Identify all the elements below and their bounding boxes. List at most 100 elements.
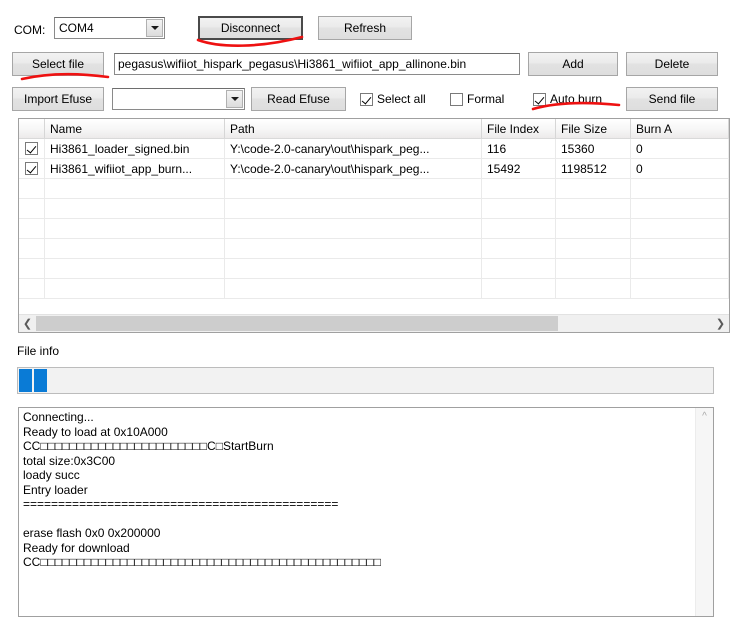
refresh-button[interactable]: Refresh [318, 16, 412, 40]
table-row-empty[interactable] [19, 259, 729, 279]
row-name: Hi3861_wifiiot_app_burn... [45, 159, 225, 178]
row-path: Y:\code-2.0-canary\out\hispark_peg... [225, 159, 482, 178]
row-cell-empty [556, 199, 631, 218]
row-cell-empty [19, 259, 45, 278]
select-all-label: Select all [377, 92, 426, 106]
delete-file-button[interactable]: Delete [626, 52, 718, 76]
table-row-empty[interactable] [19, 179, 729, 199]
add-file-button[interactable]: Add [528, 52, 618, 76]
table-header-name[interactable]: Name [45, 119, 225, 138]
select-file-button[interactable]: Select file [12, 52, 104, 76]
chevron-left-icon[interactable]: ❮ [19, 315, 36, 332]
com-port-label: COM: [14, 23, 46, 37]
row-name: Hi3861_loader_signed.bin [45, 139, 225, 158]
row-cell-empty [19, 219, 45, 238]
com-port-select[interactable]: COM4 [54, 17, 165, 39]
table-header-file-index[interactable]: File Index [482, 119, 556, 138]
row-cell-empty [19, 239, 45, 258]
row-cell-empty [631, 279, 729, 298]
table-empty-rows [19, 179, 729, 299]
row-cell-empty [631, 239, 729, 258]
efuse-select[interactable] [112, 88, 245, 110]
table-row-empty[interactable] [19, 199, 729, 219]
row-burn-addr: 0 [631, 159, 729, 178]
row-cell-empty [482, 219, 556, 238]
select-all-checkbox[interactable]: Select all [360, 92, 426, 106]
table-header-path[interactable]: Path [225, 119, 482, 138]
formal-checkbox[interactable]: Formal [450, 92, 504, 106]
checkbox-box [450, 92, 463, 106]
disconnect-button[interactable]: Disconnect [198, 16, 303, 40]
chevron-right-icon[interactable]: ❯ [712, 315, 729, 332]
chevron-down-icon[interactable] [226, 90, 243, 108]
chevron-down-icon[interactable] [146, 19, 163, 37]
row-cell-empty [482, 239, 556, 258]
row-cell-empty [45, 219, 225, 238]
table-header-row: Name Path File Index File Size Burn A [19, 119, 729, 139]
hiburn-tool-window: COM: COM4 Disconnect Refresh Select file… [0, 0, 730, 624]
file-list-table[interactable]: Name Path File Index File Size Burn A Hi… [18, 118, 730, 333]
row-cell-empty [631, 179, 729, 198]
checkbox-box [360, 92, 373, 106]
burn-progress-bar [17, 367, 714, 394]
row-cell-empty [482, 259, 556, 278]
row-cell-empty [225, 199, 482, 218]
row-cell-empty [556, 179, 631, 198]
checkbox-box [25, 142, 38, 155]
row-cell-empty [45, 199, 225, 218]
row-cell-empty [225, 179, 482, 198]
row-file-index: 116 [482, 139, 556, 158]
row-cell-empty [631, 259, 729, 278]
chevron-up-icon[interactable]: ^ [696, 408, 713, 425]
import-efuse-button[interactable]: Import Efuse [12, 87, 104, 111]
file-info-label: File info [17, 344, 60, 358]
scrollbar-track[interactable] [36, 315, 712, 332]
row-cell-empty [19, 279, 45, 298]
row-file-size: 1198512 [556, 159, 631, 178]
table-horizontal-scrollbar[interactable]: ❮ ❯ [19, 314, 729, 332]
row-cell-empty [45, 179, 225, 198]
table-row[interactable]: Hi3861_wifiiot_app_burn... Y:\code-2.0-c… [19, 159, 729, 179]
row-cell-empty [45, 279, 225, 298]
table-row-empty[interactable] [19, 279, 729, 299]
row-cell-empty [225, 259, 482, 278]
row-file-index: 15492 [482, 159, 556, 178]
row-checkbox[interactable] [19, 159, 45, 178]
row-cell-empty [631, 219, 729, 238]
log-vertical-scrollbar[interactable]: ^ [695, 408, 713, 616]
table-header-checkbox[interactable] [19, 119, 45, 138]
row-burn-addr: 0 [631, 139, 729, 158]
table-row-empty[interactable] [19, 239, 729, 259]
progress-block [34, 369, 47, 392]
read-efuse-button[interactable]: Read Efuse [251, 87, 346, 111]
send-file-button[interactable]: Send file [626, 87, 718, 111]
checkbox-box [25, 162, 38, 175]
row-cell-empty [19, 199, 45, 218]
auto-burn-checkbox[interactable]: Auto burn [533, 92, 602, 106]
row-checkbox[interactable] [19, 139, 45, 158]
table-row[interactable]: Hi3861_loader_signed.bin Y:\code-2.0-can… [19, 139, 729, 159]
auto-burn-label: Auto burn [550, 92, 603, 106]
row-cell-empty [45, 239, 225, 258]
row-cell-empty [556, 219, 631, 238]
row-cell-empty [225, 239, 482, 258]
table-header-burn-addr[interactable]: Burn A [631, 119, 729, 138]
row-cell-empty [556, 279, 631, 298]
table-row-empty[interactable] [19, 219, 729, 239]
row-cell-empty [482, 199, 556, 218]
row-cell-empty [225, 219, 482, 238]
row-file-size: 15360 [556, 139, 631, 158]
formal-label: Formal [467, 92, 505, 106]
row-cell-empty [631, 199, 729, 218]
console-log-panel[interactable]: Connecting... Ready to load at 0x10A000 … [18, 407, 714, 617]
row-cell-empty [556, 239, 631, 258]
scrollbar-thumb[interactable] [36, 316, 558, 331]
row-cell-empty [19, 179, 45, 198]
row-cell-empty [482, 279, 556, 298]
row-cell-empty [556, 259, 631, 278]
checkbox-box [533, 92, 546, 106]
file-path-input[interactable]: pegasus\wifiiot_hispark_pegasus\Hi3861_w… [114, 53, 520, 75]
row-path: Y:\code-2.0-canary\out\hispark_peg... [225, 139, 482, 158]
progress-block [19, 369, 32, 392]
table-header-file-size[interactable]: File Size [556, 119, 631, 138]
